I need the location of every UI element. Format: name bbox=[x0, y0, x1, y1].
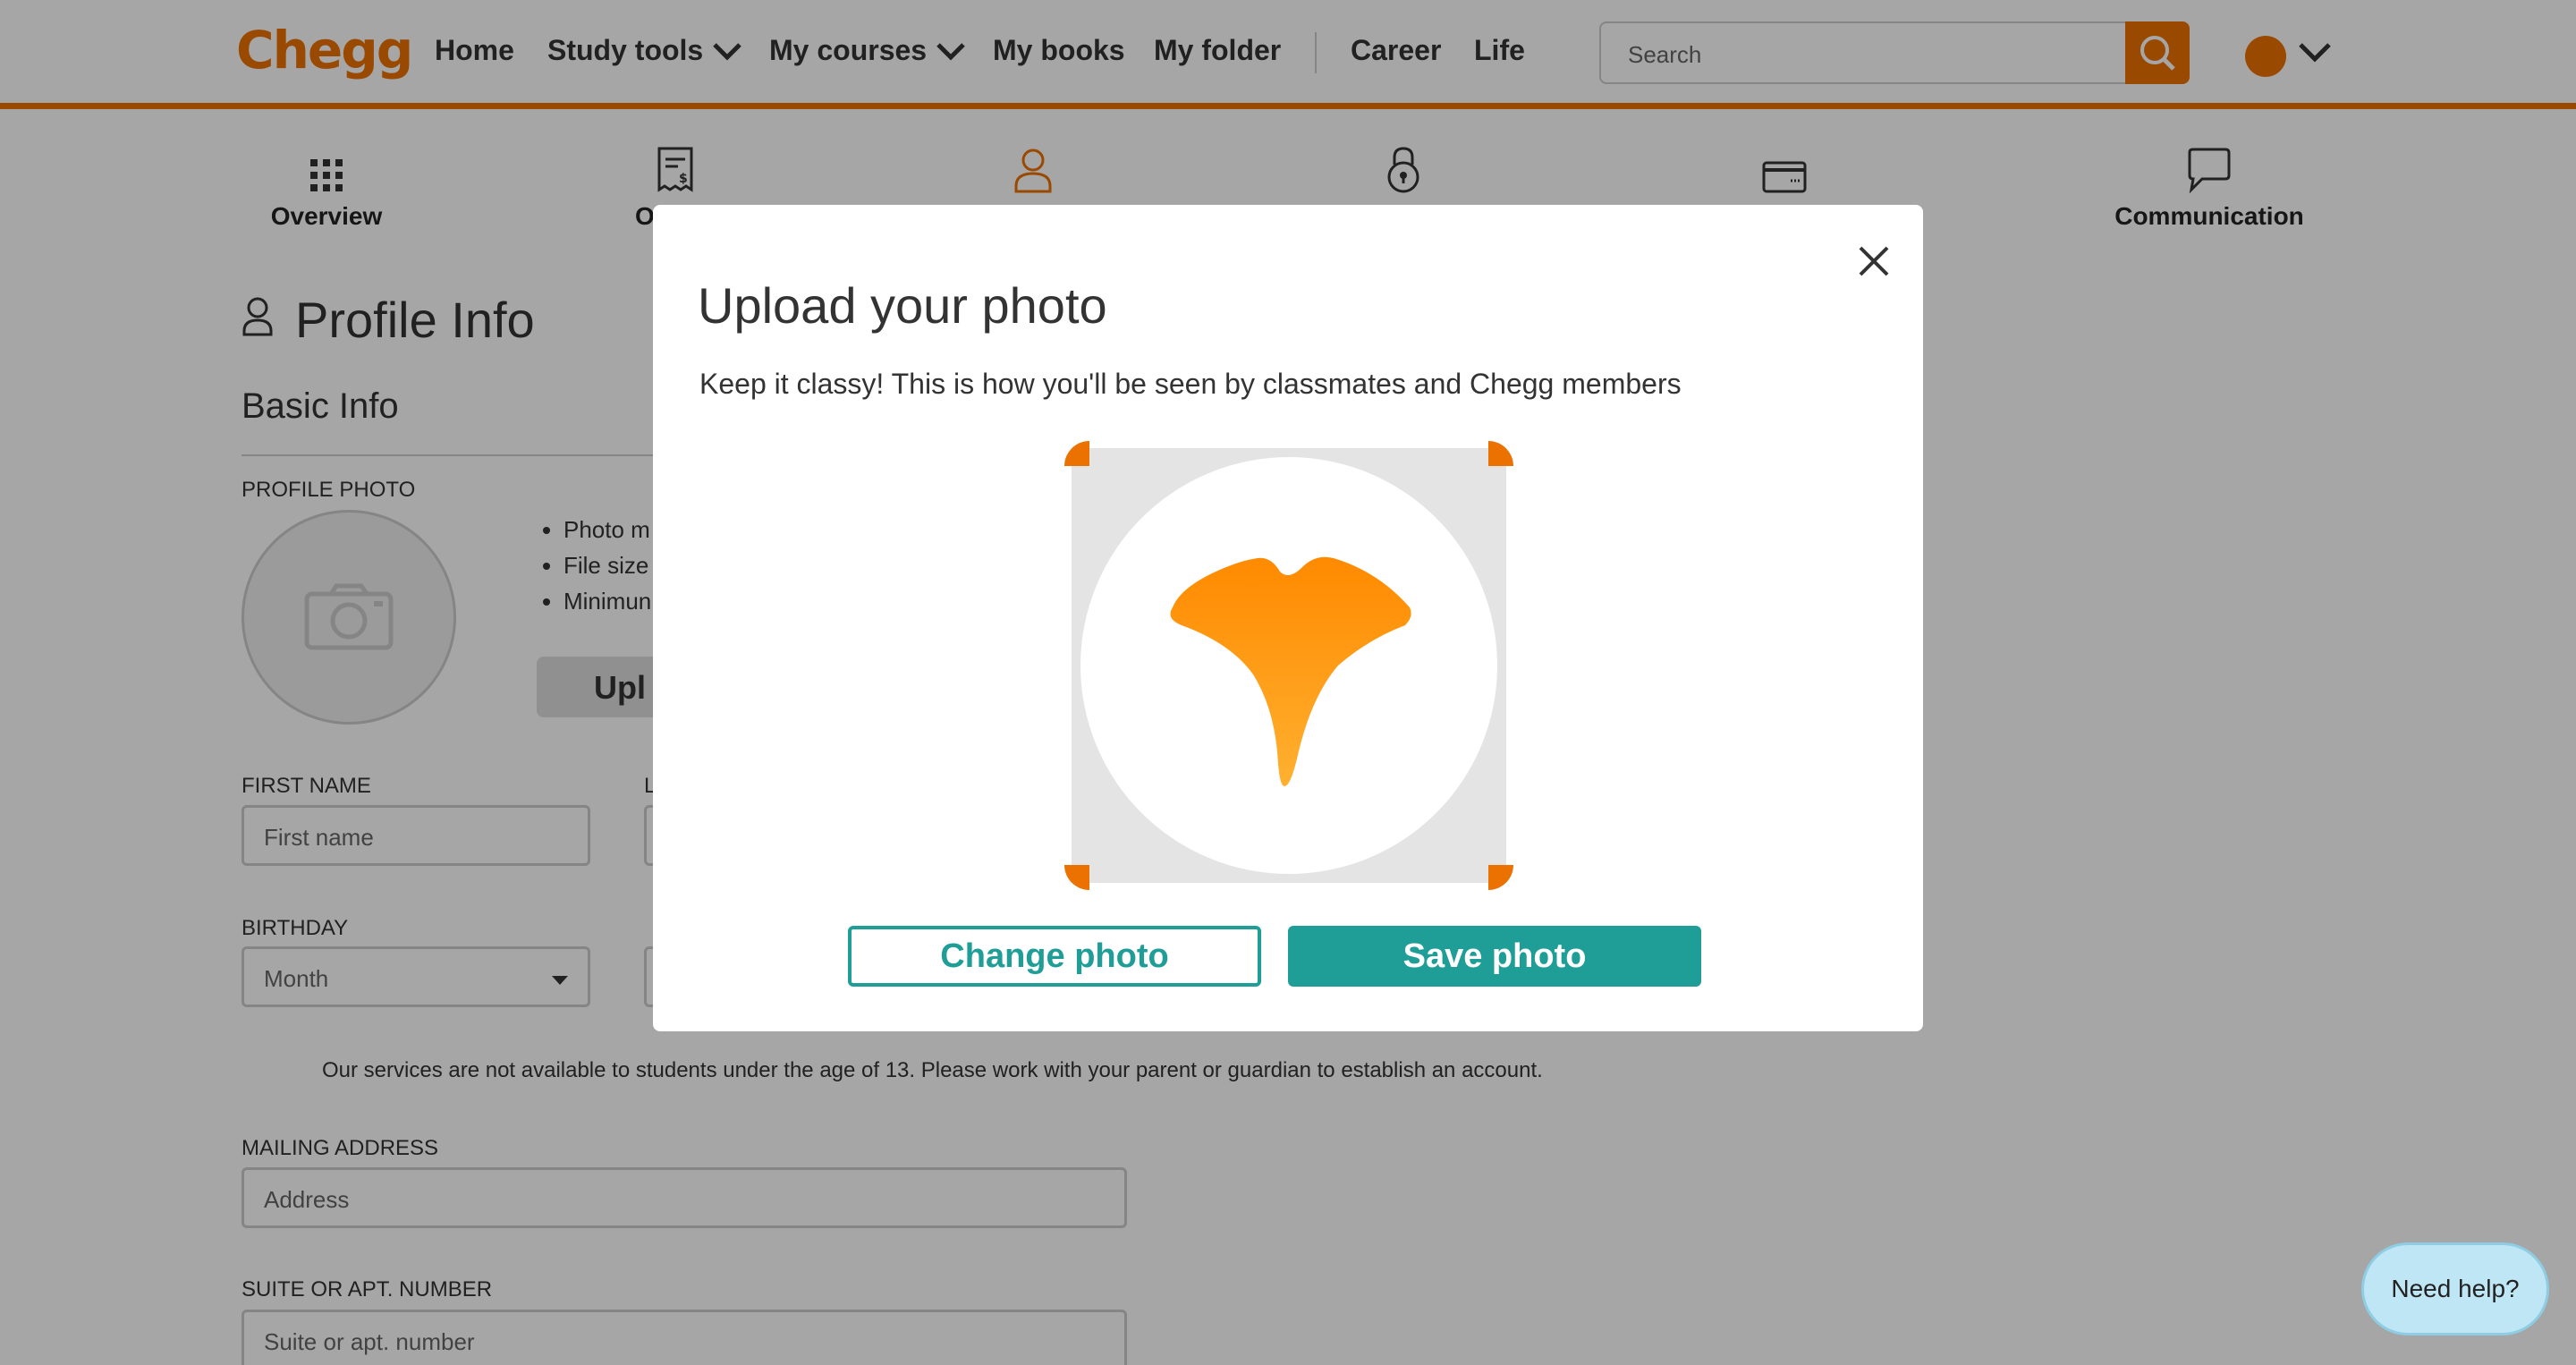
save-photo-button[interactable]: Save photo bbox=[1288, 926, 1701, 987]
crop-handle-bottom-right[interactable] bbox=[1488, 865, 1513, 890]
need-help-button[interactable]: Need help? bbox=[2361, 1242, 2549, 1335]
photo-preview bbox=[1080, 457, 1497, 874]
modal-subtitle: Keep it classy! This is how you'll be se… bbox=[699, 368, 1682, 400]
photo-crop-area[interactable] bbox=[1064, 441, 1513, 890]
upload-photo-modal: Upload your photo Keep it classy! This i… bbox=[653, 205, 1923, 1031]
modal-title: Upload your photo bbox=[698, 277, 1107, 334]
crop-handle-top-right[interactable] bbox=[1488, 441, 1513, 466]
crop-handle-top-left[interactable] bbox=[1064, 441, 1089, 466]
close-icon[interactable] bbox=[1852, 239, 1896, 284]
crop-handle-bottom-left[interactable] bbox=[1064, 865, 1089, 890]
ginkgo-leaf-image bbox=[1170, 556, 1411, 786]
change-photo-button[interactable]: Change photo bbox=[848, 926, 1261, 987]
